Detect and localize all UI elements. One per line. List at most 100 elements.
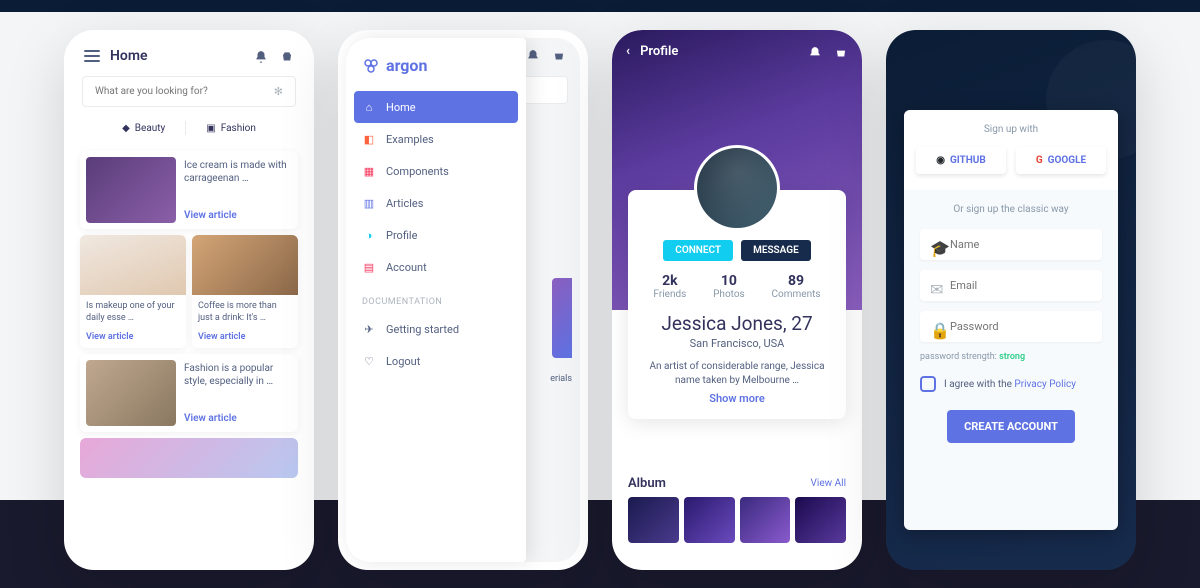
show-more-link[interactable]: Show more bbox=[640, 392, 834, 405]
password-input[interactable]: 🔒 bbox=[920, 311, 1102, 342]
phone-home: Home ✻ ◆Beauty ▣Fashion Ice cream is mad… bbox=[64, 30, 314, 570]
mail-icon: ✉ bbox=[930, 280, 942, 292]
article-title: Fashion is a popular style, especially i… bbox=[184, 362, 290, 388]
brand-text: argon bbox=[386, 56, 427, 75]
tab-separator bbox=[185, 121, 186, 135]
password-strength: password strength: strong bbox=[920, 352, 1102, 362]
nav-item-account[interactable]: ▤Account bbox=[346, 251, 526, 283]
argon-logo-icon bbox=[362, 57, 380, 75]
connect-button[interactable]: CONNECT bbox=[663, 240, 733, 261]
bg-label: erials bbox=[550, 374, 572, 384]
view-article-link[interactable]: View article bbox=[184, 413, 290, 424]
create-account-button[interactable]: CREATE ACCOUNT bbox=[947, 410, 1074, 443]
profile-location: San Francisco, USA bbox=[640, 337, 834, 350]
brand-logo[interactable]: argon bbox=[346, 52, 526, 91]
basket-icon[interactable] bbox=[552, 48, 566, 62]
article-card[interactable]: Ice cream is made with carrageenan … Vie… bbox=[80, 151, 298, 229]
avatar[interactable] bbox=[694, 145, 780, 231]
page-title: Profile bbox=[640, 44, 678, 59]
page-title: Home bbox=[110, 48, 148, 64]
back-icon[interactable]: ‹ bbox=[626, 44, 630, 59]
email-input[interactable]: ✉ bbox=[920, 270, 1102, 301]
view-all-link[interactable]: View All bbox=[811, 478, 846, 489]
album-item[interactable] bbox=[684, 497, 735, 543]
nav-item-articles[interactable]: ▥Articles bbox=[346, 187, 526, 219]
bg-card-edge bbox=[552, 278, 572, 358]
github-icon: ◉ bbox=[936, 155, 945, 166]
article-title: Ice cream is made with carrageenan … bbox=[184, 159, 290, 185]
profile-card: CONNECT MESSAGE 2kFriends 10Photos 89Com… bbox=[628, 190, 846, 419]
nav-item-examples[interactable]: ◧Examples bbox=[346, 123, 526, 155]
view-article-link[interactable]: View article bbox=[184, 210, 290, 221]
bell-icon[interactable] bbox=[808, 45, 822, 59]
nav-item-logout[interactable]: ♡Logout bbox=[346, 345, 526, 377]
article-thumb bbox=[192, 235, 298, 295]
bell-icon[interactable] bbox=[526, 48, 540, 62]
examples-icon: ◧ bbox=[362, 132, 376, 146]
album-item[interactable] bbox=[628, 497, 679, 543]
nav-section-label: DOCUMENTATION bbox=[346, 283, 526, 313]
nav-drawer: argon ⌂Home ◧Examples ▦Components ▥Artic… bbox=[346, 38, 526, 562]
diamond-icon: ◆ bbox=[122, 123, 130, 134]
article-thumb bbox=[86, 360, 176, 426]
bag-icon: ▣ bbox=[206, 123, 215, 134]
search-input[interactable]: ✻ bbox=[82, 76, 296, 107]
signup-card: Sign up with ◉GITHUB GGOOGLE Or sign up … bbox=[904, 110, 1118, 530]
calendar-icon: ▤ bbox=[362, 260, 376, 274]
category-tabs: ◆Beauty ▣Fashion bbox=[72, 117, 306, 145]
profile-header: ‹ Profile bbox=[626, 44, 848, 59]
stat-photos: 10Photos bbox=[713, 273, 745, 300]
rocket-icon: ✈ bbox=[362, 322, 376, 336]
search-settings-icon[interactable]: ✻ bbox=[274, 85, 283, 98]
article-title: Coffee is more than just a drink: It's … bbox=[198, 301, 292, 324]
basket-icon[interactable] bbox=[834, 45, 848, 59]
name-input[interactable]: 🎓 bbox=[920, 229, 1102, 260]
nav-item-components[interactable]: ▦Components bbox=[346, 155, 526, 187]
article-thumb bbox=[80, 438, 298, 478]
tab-beauty[interactable]: ◆Beauty bbox=[122, 121, 165, 135]
signup-with-label: Sign up with bbox=[916, 124, 1106, 135]
lock-icon: 🔒 bbox=[930, 321, 942, 333]
agree-row: I agree with the Privacy Policy bbox=[920, 376, 1102, 392]
album-title: Album bbox=[628, 476, 666, 491]
chart-icon: ◑ bbox=[362, 228, 376, 242]
tab-fashion[interactable]: ▣Fashion bbox=[206, 121, 256, 135]
shop-icon: ⌂ bbox=[362, 100, 376, 114]
stat-comments: 89Comments bbox=[772, 273, 821, 300]
basket-icon[interactable] bbox=[280, 49, 294, 63]
search-field[interactable] bbox=[95, 86, 274, 97]
article-card[interactable]: Coffee is more than just a drink: It's …… bbox=[192, 235, 298, 348]
nav-item-home[interactable]: ⌂Home bbox=[354, 91, 518, 123]
message-button[interactable]: MESSAGE bbox=[741, 240, 811, 261]
agree-checkbox[interactable] bbox=[920, 376, 936, 392]
album-section: Album View All bbox=[628, 476, 846, 543]
stat-friends: 2kFriends bbox=[653, 273, 686, 300]
header: Home bbox=[72, 38, 306, 72]
hat-icon: 🎓 bbox=[930, 239, 942, 251]
article-title: Is makeup one of your daily esse … bbox=[86, 301, 180, 324]
album-item[interactable] bbox=[740, 497, 791, 543]
bell-icon[interactable] bbox=[254, 49, 268, 63]
or-label: Or sign up the classic way bbox=[920, 204, 1102, 215]
article-card[interactable]: Is makeup one of your daily esse … View … bbox=[80, 235, 186, 348]
google-button[interactable]: GGOOGLE bbox=[1016, 147, 1106, 174]
view-article-link[interactable]: View article bbox=[198, 332, 292, 342]
phone-drawer: erials argon ⌂Home ◧Examples ▦Components… bbox=[338, 30, 588, 570]
profile-name: Jessica Jones, 27 bbox=[640, 312, 834, 335]
view-article-link[interactable]: View article bbox=[86, 332, 180, 342]
profile-bio: An artist of considerable range, Jessica… bbox=[640, 360, 834, 388]
github-button[interactable]: ◉GITHUB bbox=[916, 147, 1006, 174]
logout-icon: ♡ bbox=[362, 354, 376, 368]
article-thumb bbox=[80, 235, 186, 295]
phone-profile: ‹ Profile CONNECT MESSAGE 2kFriends 10Ph… bbox=[612, 30, 862, 570]
nav-item-getting-started[interactable]: ✈Getting started bbox=[346, 313, 526, 345]
privacy-link[interactable]: Privacy Policy bbox=[1014, 379, 1076, 390]
album-item[interactable] bbox=[795, 497, 846, 543]
article-card[interactable]: Fashion is a popular style, especially i… bbox=[80, 354, 298, 432]
stats-row: 2kFriends 10Photos 89Comments bbox=[640, 273, 834, 300]
google-icon: G bbox=[1036, 155, 1043, 166]
hamburger-icon[interactable] bbox=[84, 50, 100, 62]
nav-item-profile[interactable]: ◑Profile bbox=[346, 219, 526, 251]
components-icon: ▦ bbox=[362, 164, 376, 178]
articles-icon: ▥ bbox=[362, 196, 376, 210]
